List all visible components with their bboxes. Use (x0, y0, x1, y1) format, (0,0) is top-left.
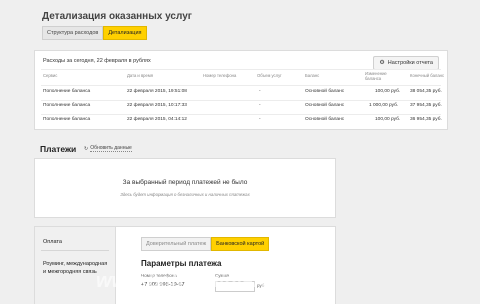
payment-params-title: Параметры платежа (141, 259, 222, 268)
cell-balance: Основной баланс (305, 117, 345, 122)
cell-balance: Основной баланс (305, 89, 345, 94)
cell-balance: Основной баланс (305, 103, 345, 108)
cell-service: Пополнение баланса (43, 117, 91, 122)
refresh-data-link[interactable]: ↻ Обновить данные (84, 145, 132, 152)
cell-change: 100,00 руб. (375, 117, 401, 122)
cell-change: 1 000,00 руб. (369, 103, 399, 108)
tab-bank-card[interactable]: Банковской картой (211, 237, 270, 251)
col-service: Сервис (43, 73, 58, 78)
menu-item-payment[interactable]: Оплата (43, 239, 62, 245)
cell-service: Пополнение баланса (43, 89, 91, 94)
cell-volume: - (259, 117, 261, 122)
cell-service: Пополнение баланса (43, 103, 91, 108)
cell-datetime: 22 февраля 2015, 04:14:12 (127, 117, 187, 122)
empty-title: За выбранный период платежей не было (122, 179, 248, 186)
report-tabs: Структура расходов Детализация (42, 26, 147, 40)
col-change: Изменение баланса (365, 71, 387, 81)
refresh-icon: ↻ (84, 145, 89, 152)
cell-datetime: 22 февраля 2015, 19:51:08 (127, 89, 187, 94)
page-title: Детализация оказанных услуг (42, 11, 192, 22)
cell-final: 37 954,35 руб. (410, 103, 442, 108)
table-row: Пополнение баланса 22 февраля 2015, 10:1… (35, 103, 447, 113)
cell-change: 100,00 руб. (375, 89, 401, 94)
col-final: Конечный баланс (410, 73, 445, 78)
refresh-label: Обновить данные (90, 145, 132, 152)
table-row: Пополнение баланса 22 февраля 2015, 04:1… (35, 117, 447, 127)
report-settings-label: Настройки отчета (387, 60, 433, 66)
cell-datetime: 22 февраля 2015, 10:17:33 (127, 103, 187, 108)
col-volume: Объем услуг (257, 73, 282, 78)
watermark-text: www.baby.ru/u/alysik79 (96, 270, 321, 292)
divider (41, 69, 441, 70)
cell-volume: - (259, 89, 261, 94)
cell-final: 36 954,35 руб. (410, 117, 442, 122)
empty-subtitle: Здесь будет информация о безналичных и н… (120, 192, 250, 197)
report-settings-button[interactable]: ⚙ Настройки отчета (373, 56, 439, 70)
expenses-caption: Расходы за сегодня, 22 февраля в рублях (43, 58, 151, 64)
col-datetime: Дата и время (127, 73, 153, 78)
gear-icon: ⚙ (379, 60, 385, 66)
tab-structure[interactable]: Структура расходов (42, 26, 104, 40)
cell-volume: - (259, 103, 261, 108)
divider (41, 250, 109, 251)
divider (41, 100, 441, 101)
expenses-card: Расходы за сегодня, 22 февраля в рублях … (34, 50, 448, 130)
tab-trust-payment[interactable]: Доверительный платеж (141, 237, 212, 251)
col-phone: Номер телефона (203, 73, 237, 78)
divider (41, 114, 441, 115)
payments-title: Платежи (40, 144, 77, 154)
payment-method-tabs: Доверительный платеж Банковской картой (141, 237, 270, 251)
payments-card: За выбранный период платежей не было Зде… (34, 158, 336, 218)
tab-details[interactable]: Детализация (103, 26, 147, 40)
table-row: Пополнение баланса 22 февраля 2015, 19:5… (35, 89, 447, 99)
col-balance: Баланс (305, 73, 320, 78)
cell-final: 38 054,35 руб. (410, 89, 442, 94)
divider (41, 85, 441, 86)
